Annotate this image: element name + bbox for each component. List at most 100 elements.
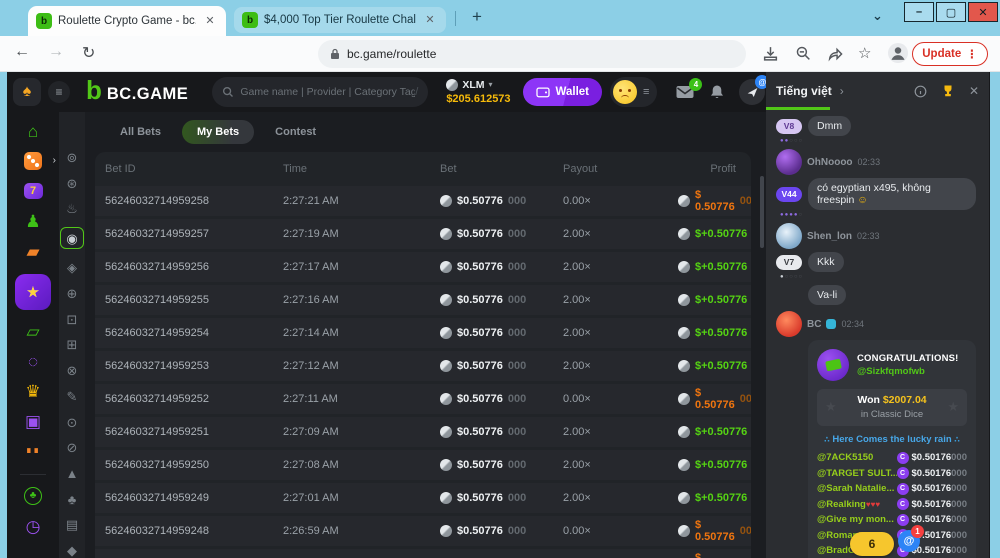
browser-tab-inactive[interactable]: b $4,000 Top Tier Roulette Challeng ✕ [234,7,446,33]
news-quill-button[interactable]: @ [739,79,765,105]
hilo-icon[interactable]: ♨ [60,201,84,216]
tab-close-icon[interactable]: ✕ [202,13,218,29]
tab-all-bets[interactable]: All Bets [105,120,176,144]
forward-icon[interactable]: → [48,43,64,61]
browser-tab-active[interactable]: b Roulette Crypto Game - bc.game ✕ [28,6,226,36]
bet-payout: 2.00× [563,327,678,339]
avatar[interactable] [776,149,802,175]
bet-profit: $+0.50776000 [678,426,751,438]
username[interactable]: OhNoooo [807,157,853,168]
pixels-icon[interactable]: ∎∎ [16,440,50,462]
promotions-cards-icon[interactable]: ▰ [16,240,50,262]
casino-dice-icon[interactable]: › [16,150,50,172]
plinko-icon[interactable]: ⊛ [60,176,84,191]
baccarat-icon[interactable]: ◆ [60,543,84,558]
chat-message: V44 có egyptian x495, không freespin ☺ [776,178,979,210]
home-icon[interactable]: ⌂ [16,120,50,142]
rocket-icon[interactable]: ▲ [60,466,84,481]
tab-search-chevron-icon[interactable]: ⌄ [872,8,883,24]
language-tab[interactable]: Tiếng việt [776,84,832,98]
mentions-button[interactable]: @ 1 [898,530,920,552]
tab-my-bets[interactable]: My Bets [182,120,254,144]
craps-icon[interactable]: ⊞ [60,338,84,353]
wheel-icon[interactable]: ◈ [60,260,84,275]
new-messages-count-button[interactable]: 6 [850,532,894,556]
blade-icon[interactable]: ✎ [60,389,84,404]
browser-titlebar: b Roulette Crypto Game - bc.game ✕ b $4,… [0,0,1000,36]
crash-icon[interactable]: ⊚ [60,150,84,165]
recipient-name[interactable]: @Give my mon... [817,514,897,525]
bonus-ticket-icon[interactable]: ▱ [16,320,50,342]
bcgame-logo[interactable]: b BC.GAME [86,80,188,104]
wallet-button[interactable]: Wallet [523,78,602,106]
back-icon[interactable]: ← [14,43,30,61]
bet-profit: $+0.50776000 [678,327,751,339]
logo-b-icon: b [86,80,102,100]
trophy-icon[interactable] [941,84,955,98]
reload-icon[interactable]: ↻ [82,43,95,63]
tab-title: $4,000 Top Tier Roulette Challeng [264,14,416,26]
keno-icon[interactable]: ⊕ [60,286,84,301]
dice-icon[interactable]: ⊡ [60,312,84,327]
username[interactable]: Shen_lon [807,231,852,242]
rain-recipient-row: @Sarah Natalie... C $0.50176000 [817,481,967,497]
recipient-name[interactable]: @Realking♥♥♥ [817,499,897,510]
chat-message: V8 Dmm [776,116,979,136]
eco-icon[interactable]: ♣ [16,485,50,507]
recipient-name[interactable]: @TARGET SULT... [817,468,897,479]
table-body: 56246032714959258 2:27:21 AM $0.50776000… [95,186,751,558]
bet-amount: $0.50776000 [440,492,563,504]
new-tab-button[interactable]: + [464,4,490,30]
zoom-icon[interactable] [795,45,812,62]
spade-logo-icon[interactable]: ♠ [13,78,41,106]
vip-crown-icon[interactable]: ♛ [16,380,50,402]
close-button[interactable]: ✕ [968,2,998,22]
maximize-button[interactable]: ▢ [936,2,966,22]
mail-button[interactable]: 4 [675,84,695,100]
col-payout: Payout [563,163,678,175]
search-input[interactable] [240,86,415,98]
bet-id: 56246032714959251 [105,426,283,438]
scrollbar-thumb[interactable] [760,176,764,248]
claw-icon[interactable]: ♣ [60,492,84,507]
tab-contest[interactable]: Contest [260,120,331,144]
cards-icon[interactable]: ▤ [60,518,84,533]
menu-lines-icon: ≡ [643,86,649,98]
avatar[interactable] [776,223,802,249]
chat-info-icon[interactable] [914,85,927,98]
chevron-right-icon[interactable]: › [840,84,844,98]
update-button[interactable]: Update ⋮ [912,42,988,66]
originals-icon[interactable]: ♟ [16,210,50,232]
recipient-name[interactable]: @Sarah Natalie... [817,483,897,494]
slots-icon[interactable]: 7 [16,180,50,202]
balance-selector[interactable]: XLM ▾ $205.612573 [446,79,510,105]
save-page-icon[interactable] [762,45,779,62]
xlm-coin-icon [678,294,690,306]
bet-time: 2:27:11 AM [283,393,440,405]
game-search[interactable]: / [212,77,428,107]
recent-icon[interactable]: ◷ [16,515,50,537]
mines-icon[interactable]: ⊗ [60,363,84,378]
notifications-bell-button[interactable] [709,84,725,101]
sidebar-menu-icon[interactable]: ≡ [48,81,70,103]
blocks-icon[interactable]: ▣ [16,410,50,432]
share-icon[interactable] [827,45,844,62]
xlm-coin-icon [678,492,690,504]
roulette-icon[interactable]: ◉ [60,227,84,249]
recipient-name[interactable]: @7ACK5150 [817,452,897,463]
profile-avatar-icon[interactable] [888,43,908,63]
chat-close-icon[interactable]: ✕ [969,84,979,98]
limbo-icon[interactable]: ⊙ [60,415,84,430]
minimize-button[interactable]: – [904,2,934,22]
bookmark-star-icon[interactable]: ☆ [858,44,871,62]
avatar[interactable] [776,311,802,337]
rain-recipient-row: @Realking♥♥♥ C $0.50176000 [817,497,967,513]
rail-divider[interactable] [20,474,46,475]
profile-menu[interactable]: ≡ [610,77,657,107]
lottery-icon[interactable]: ◌ [16,350,50,372]
winner-name[interactable]: @Sizkfqmofwb [857,366,959,377]
roulette-target-icon[interactable]: ★ [15,274,51,310]
tab-close-icon[interactable]: ✕ [422,12,438,28]
coinflip-icon[interactable]: ⊘ [60,440,84,455]
address-bar[interactable]: bc.game/roulette [318,40,746,68]
